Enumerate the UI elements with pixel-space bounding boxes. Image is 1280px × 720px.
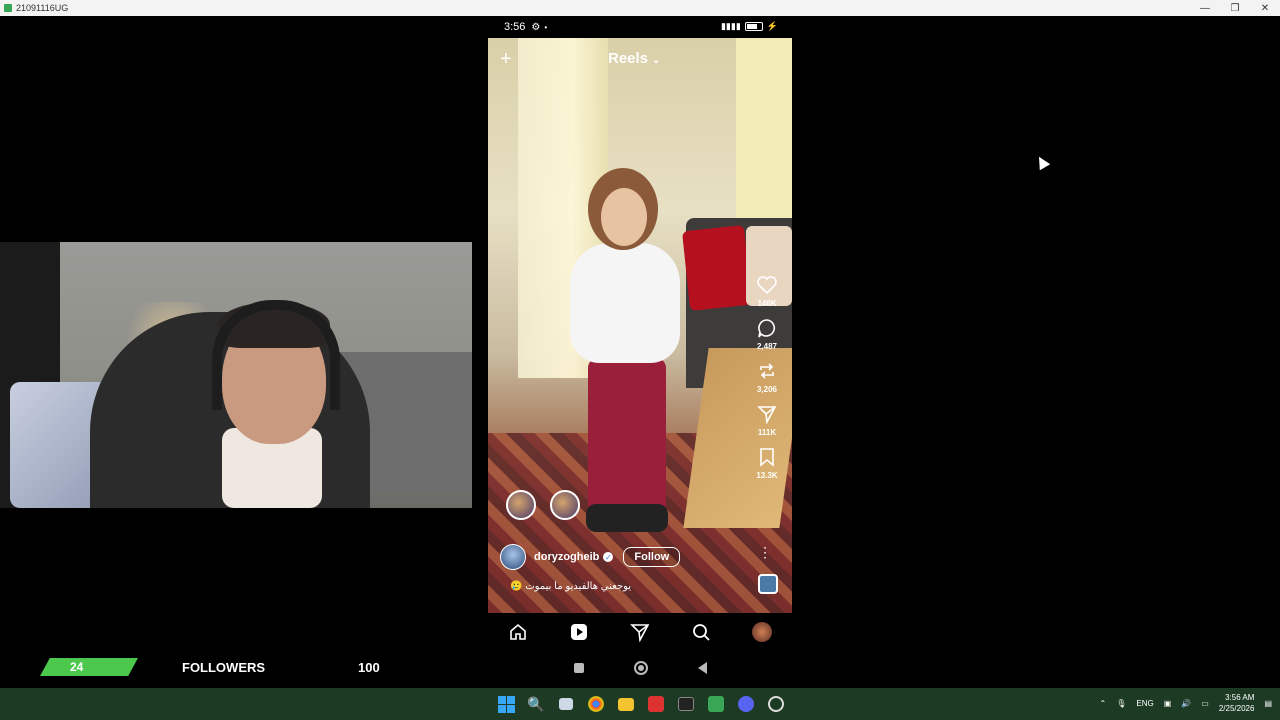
friend-avatar bbox=[506, 490, 536, 520]
window-title: 21091116UG bbox=[16, 3, 69, 13]
recents-icon[interactable] bbox=[573, 663, 584, 673]
like-count: 146K bbox=[757, 299, 777, 308]
followers-current: 24 bbox=[70, 660, 84, 674]
facepile[interactable] bbox=[506, 490, 594, 520]
followers-target: 100 bbox=[358, 660, 380, 675]
taskbar: 🔍 ⌃ 🎙 ENG ▣ 🔊 ▭ 3:56 AM 2/25/2026 ▤ bbox=[0, 688, 1280, 720]
status-icons: ▮▮▮▮ ⚡ bbox=[721, 21, 778, 32]
chrome-icon[interactable] bbox=[588, 696, 604, 712]
clock-date: 2/25/2026 bbox=[1218, 704, 1255, 713]
signal-icon: ▮▮▮▮ bbox=[720, 21, 741, 31]
reels-title-text: Reels bbox=[608, 50, 649, 67]
reel-caption[interactable]: 🥲 يوجعني هالفيديو ما بيموت bbox=[510, 581, 631, 592]
comment-count: 2,487 bbox=[756, 342, 778, 351]
home-button-icon[interactable] bbox=[633, 661, 648, 675]
file-explorer-icon[interactable] bbox=[618, 698, 634, 711]
author-avatar[interactable] bbox=[500, 544, 526, 570]
plus-icon[interactable]: + bbox=[500, 48, 512, 71]
back-icon[interactable] bbox=[697, 662, 707, 674]
close-button[interactable]: ✕ bbox=[1250, 0, 1280, 16]
repost-action[interactable]: 3,206 bbox=[756, 360, 778, 395]
heart-icon[interactable] bbox=[756, 274, 778, 296]
friend-avatar bbox=[550, 490, 580, 520]
task-view-icon[interactable] bbox=[559, 698, 573, 710]
system-tray: ⌃ 🎙 ENG ▣ 🔊 ▭ 3:56 AM 2/25/2026 ▤ bbox=[1100, 692, 1272, 714]
more-options-icon[interactable]: ⋮ bbox=[758, 544, 772, 561]
follow-button[interactable]: Follow bbox=[623, 547, 681, 567]
maximize-button[interactable]: ❐ bbox=[1220, 0, 1250, 16]
repost-icon[interactable] bbox=[756, 360, 778, 382]
reels-icon[interactable] bbox=[568, 621, 590, 643]
gear-icon: ⚙ bbox=[531, 21, 541, 33]
battery-icon[interactable]: ▭ bbox=[1201, 699, 1209, 708]
battery-icon bbox=[744, 22, 763, 31]
reel-author: doryzogheib ✓ Follow bbox=[500, 544, 681, 570]
discord-icon[interactable] bbox=[738, 696, 754, 712]
minimize-button[interactable]: — bbox=[1190, 0, 1220, 16]
window-controls: — ❐ ✕ bbox=[1190, 0, 1280, 16]
terminal-icon[interactable] bbox=[678, 697, 694, 711]
send-icon[interactable] bbox=[756, 403, 778, 425]
author-username[interactable]: doryzogheib bbox=[534, 551, 599, 563]
comment-icon[interactable] bbox=[756, 317, 778, 339]
app-icon bbox=[4, 4, 12, 12]
home-icon[interactable] bbox=[507, 621, 529, 643]
repost-count: 3,206 bbox=[756, 385, 778, 394]
volume-icon[interactable]: 🔊 bbox=[1181, 699, 1191, 708]
charging-icon: ⚡ bbox=[766, 21, 778, 31]
windows-icon bbox=[497, 695, 515, 713]
system-nav bbox=[488, 652, 792, 684]
chevron-down-icon: ⌄ bbox=[652, 55, 661, 66]
share-count: 111K bbox=[757, 428, 777, 437]
save-action[interactable]: 13.3K bbox=[756, 446, 778, 481]
status-time: 3:56 bbox=[504, 21, 526, 33]
profile-avatar-image bbox=[751, 622, 772, 642]
notification-icon[interactable]: ▤ bbox=[1264, 699, 1272, 708]
phone-screen: 3:56 ⚙ • ▮▮▮▮ ⚡ + Reels ⌄ 146K 2,487 3,2… bbox=[488, 16, 792, 688]
video-child-pants bbox=[588, 358, 666, 518]
video-child-shirt bbox=[570, 243, 680, 363]
save-count: 13.3K bbox=[756, 471, 778, 480]
followers-goal: 24 FOLLOWERS 100 bbox=[40, 658, 400, 676]
webcam-feed bbox=[0, 242, 472, 508]
obs-icon[interactable] bbox=[768, 696, 784, 712]
network-icon[interactable]: ▣ bbox=[1164, 699, 1172, 708]
notification-dot-icon: • bbox=[544, 22, 548, 32]
followers-label: FOLLOWERS bbox=[182, 660, 266, 675]
reels-title[interactable]: Reels ⌄ bbox=[608, 50, 660, 67]
window-titlebar: 21091116UG — ❐ ✕ bbox=[0, 0, 1280, 16]
microphone-icon[interactable]: 🎙 bbox=[1116, 699, 1126, 708]
taskbar-clock[interactable]: 3:56 AM 2/25/2026 bbox=[1219, 692, 1255, 714]
headset-icon bbox=[212, 300, 340, 410]
video-child-face bbox=[601, 188, 647, 246]
audio-thumbnail[interactable] bbox=[758, 574, 778, 594]
reels-header: + Reels ⌄ bbox=[488, 48, 792, 72]
share-action[interactable]: 111K bbox=[756, 403, 778, 438]
tray-expand-icon[interactable]: ⌃ bbox=[1100, 699, 1107, 708]
comment-action[interactable]: 2,487 bbox=[756, 317, 778, 352]
search-icon[interactable]: 🔍 bbox=[526, 694, 546, 714]
search-icon[interactable] bbox=[690, 621, 712, 643]
language-indicator[interactable]: ENG bbox=[1136, 699, 1153, 708]
reel-video[interactable]: + Reels ⌄ 146K 2,487 3,206 111K 13.3K do… bbox=[488, 38, 792, 613]
start-button[interactable] bbox=[496, 694, 516, 714]
video-child-shoes bbox=[586, 504, 668, 532]
bottom-nav bbox=[488, 613, 792, 651]
mouse-cursor-icon bbox=[1033, 153, 1051, 171]
scrcpy-app-icon[interactable] bbox=[708, 696, 724, 712]
taskbar-apps: 🔍 bbox=[496, 694, 786, 715]
status-bar: 3:56 ⚙ • ▮▮▮▮ ⚡ bbox=[488, 16, 792, 38]
profile-avatar[interactable] bbox=[751, 621, 773, 643]
followers-goal-fill bbox=[40, 658, 138, 676]
like-action[interactable]: 146K bbox=[756, 274, 778, 309]
bookmark-icon[interactable] bbox=[756, 446, 778, 468]
reel-actions: 146K 2,487 3,206 111K 13.3K bbox=[742, 274, 792, 489]
send-icon[interactable] bbox=[629, 621, 651, 643]
verified-badge-icon: ✓ bbox=[603, 552, 614, 562]
calendar-app-icon[interactable] bbox=[648, 696, 664, 712]
clock-time: 3:56 AM bbox=[1225, 693, 1255, 702]
